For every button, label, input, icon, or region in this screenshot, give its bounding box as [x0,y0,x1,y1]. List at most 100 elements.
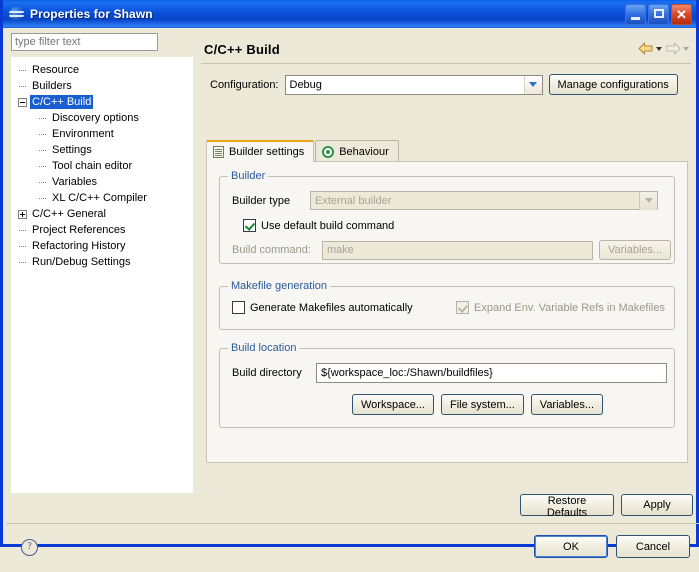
sidebar-item-label: Resource [32,64,80,76]
builder-group-label: Builder [228,170,269,182]
restore-defaults-button[interactable]: Restore Defaults [520,494,614,519]
minimize-button[interactable] [625,3,646,25]
tree-connector-icon [18,258,27,267]
sidebar-item-builders[interactable]: Builders [12,78,192,94]
build-location-buttons: Workspace... File system... Variables... [352,394,604,415]
makefile-generation-group: Makefile generation Generate Makefiles a… [219,280,675,330]
sidebar-item-settings[interactable]: Settings [12,142,192,158]
build-command-variables-button: Variables... [599,240,672,260]
forward-dropdown-icon [683,46,689,51]
sidebar-item-environment[interactable]: Environment [12,126,192,142]
page-action-buttons: Restore Defaults Apply [520,494,693,519]
page-pane: C/C++ Build Configuration: Debug Manage … [196,30,696,493]
close-button[interactable]: ✕ [671,3,692,25]
file-system-button[interactable]: File system... [441,394,524,415]
sidebar-item-label: Builders [32,80,72,92]
sidebar-item-label: Settings [52,144,92,156]
sidebar-item-label: Discovery options [52,112,139,124]
sidebar-item-run-debug-settings[interactable]: Run/Debug Settings [12,254,192,270]
builder-type-select: External builder [310,191,658,210]
navigation-history [638,42,689,55]
builder-type-dropdown-icon [639,191,657,210]
window-title: Properties for Shawn [30,7,153,21]
tree-connector-icon [38,194,47,203]
sidebar-item-discovery-options[interactable]: Discovery options [12,110,192,126]
sidebar-item-refactoring-history[interactable]: Refactoring History [12,238,192,254]
tab-behaviour-label: Behaviour [339,145,389,158]
sidebar-item-label: XL C/C++ Compiler [52,192,147,204]
sidebar-item-label: Tool chain editor [52,160,133,172]
dialog-body: Resource Builders C/C++ Build Discovery opt… [6,28,699,558]
builder-type-label: Builder type [232,194,291,207]
generate-makefiles-label: Generate Makefiles automatically [250,301,413,314]
sidebar-item-label: Refactoring History [32,240,126,252]
configuration-label: Configuration: [210,78,279,91]
use-default-build-command-checkbox[interactable] [243,219,256,232]
tree-connector-icon [38,130,47,139]
tab-strip: Builder settings Behaviour [206,140,688,162]
sidebar-item-variables[interactable]: Variables [12,174,192,190]
build-command-row: Build command: Variables... [232,240,672,260]
sidebar-item-label: Project References [32,224,126,236]
help-icon[interactable]: ? [21,539,38,556]
build-location-variables-button[interactable]: Variables... [530,394,604,415]
build-directory-row: Build directory [232,363,667,383]
settings-tree[interactable]: Resource Builders C/C++ Build Discovery opt… [11,57,193,493]
collapse-icon[interactable] [18,97,27,107]
properties-dialog: Properties for Shawn ✕ Resource Builders C… [0,0,699,558]
configuration-select[interactable]: Debug [284,74,543,95]
maximize-button[interactable] [648,3,669,25]
expand-env-vars-label: Expand Env. Variable Refs in Makefiles [474,301,665,314]
expand-icon[interactable] [18,209,27,219]
sidebar-item-label: Variables [52,176,98,188]
tab-builder-settings-label: Builder settings [229,146,305,158]
expand-env-vars-row: Expand Env. Variable Refs in Makefiles [456,301,665,314]
title-bar: Properties for Shawn ✕ [3,0,696,28]
tree-connector-icon [38,178,47,187]
build-location-group: Build location Build directory Workspace… [219,342,675,428]
dialog-footer: ? OK Cancel [6,524,699,572]
sidebar-item-label: C/C++ General [32,208,106,220]
back-control[interactable] [638,42,662,55]
forward-arrow-icon [666,42,681,55]
generate-makefiles-checkbox[interactable] [232,301,245,314]
generate-makefiles-row[interactable]: Generate Makefiles automatically [232,301,413,314]
tab-builder-settings[interactable]: Builder settings [206,140,315,162]
filter-input[interactable] [11,33,158,51]
eclipse-globe-icon [9,6,25,22]
back-arrow-icon[interactable] [638,42,654,55]
list-icon [213,146,224,158]
back-dropdown-icon[interactable] [656,46,662,51]
navigation-pane: Resource Builders C/C++ Build Discovery opt… [11,33,193,493]
sidebar-item-c-c-general[interactable]: C/C++ General [12,206,192,222]
tabs-region: Builder settings Behaviour Builder Build… [206,140,688,463]
builder-type-value: External builder [315,194,392,207]
build-directory-input[interactable] [316,363,667,383]
builder-group: Builder Builder type External builder Us… [219,170,675,264]
sidebar-item-label: Run/Debug Settings [32,256,131,268]
page-title: C/C++ Build [204,42,280,57]
sidebar-item-label: C/C++ Build [30,95,94,109]
tree-connector-icon [38,146,47,155]
sidebar-item-label: Environment [52,128,114,140]
sidebar-item-tool-chain-editor[interactable]: Tool chain editor [12,158,192,174]
tree-connector-icon [38,114,47,123]
tree-connector-icon [18,242,27,251]
sidebar-item-xl-c-c-compiler[interactable]: XL C/C++ Compiler [12,190,192,206]
tree-connector-icon [18,82,27,91]
workspace-button[interactable]: Workspace... [352,394,434,415]
manage-configurations-button[interactable]: Manage configurations [548,74,678,95]
build-location-group-label: Build location [228,342,300,354]
builder-type-row: Builder type External builder [232,191,658,210]
tree-connector-icon [18,66,27,75]
sidebar-item-c-c-build[interactable]: C/C++ Build [12,94,192,110]
apply-button[interactable]: Apply [621,494,693,516]
forward-control [665,42,689,55]
use-default-build-command-row[interactable]: Use default build command [243,219,394,232]
configuration-dropdown-icon[interactable] [523,75,542,94]
expand-env-vars-checkbox [456,301,469,314]
tree-connector-icon [18,226,27,235]
tab-behaviour[interactable]: Behaviour [315,140,399,162]
sidebar-item-resource[interactable]: Resource [12,62,192,78]
sidebar-item-project-references[interactable]: Project References [12,222,192,238]
